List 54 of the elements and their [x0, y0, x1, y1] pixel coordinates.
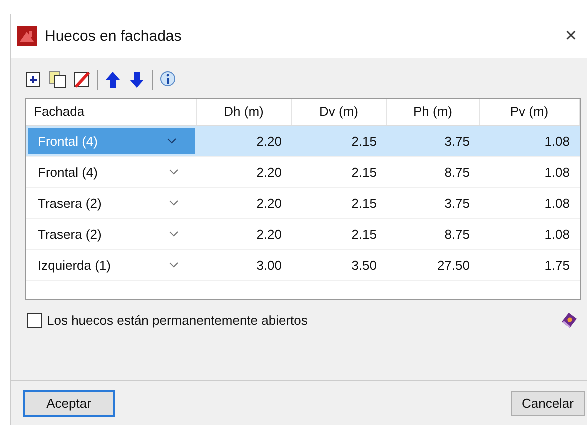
- table-row[interactable]: Trasera (2) 2.20 2.15 8.75 1.08: [26, 219, 580, 250]
- table-cell-text: 2.15: [350, 134, 378, 148]
- column-header[interactable]: Pv (m): [480, 99, 580, 125]
- table-cell-text: 1.75: [544, 258, 571, 272]
- table-cell-text: 3.50: [350, 258, 378, 272]
- table-cell-text: 1.08: [544, 164, 571, 180]
- table-cell-text: 2.20: [256, 226, 283, 242]
- checkbox-label: Los huecos están permanentemente abiertos: [47, 312, 308, 328]
- dropdown-icon[interactable]: [169, 169, 179, 175]
- help-book-icon[interactable]: [559, 310, 579, 330]
- table-cell-text: 2.20: [256, 164, 283, 180]
- window-title: Huecos en fachadas: [45, 28, 183, 44]
- table-cell-text: 3.75: [444, 134, 471, 148]
- dropdown-icon[interactable]: [169, 262, 179, 268]
- table-cell-text: 8.75: [444, 226, 471, 242]
- table-row[interactable]: Frontal (4) 2.20 2.15 3.75 1.08: [26, 126, 580, 157]
- delete-icon[interactable]: [73, 71, 91, 89]
- dropdown-icon[interactable]: [169, 200, 179, 206]
- table-cell-text: 1.08: [544, 134, 571, 148]
- table-cell-text: 2.15: [350, 164, 378, 180]
- facade-value: Trasera (2): [38, 196, 103, 210]
- table-cell-text: 1.08: [544, 196, 571, 210]
- column-header[interactable]: Dv (m): [292, 99, 387, 125]
- table-cell-text: 2.20: [256, 196, 283, 210]
- table-cell-text: 2.20: [256, 134, 283, 148]
- facade-value: Trasera (2): [38, 226, 103, 242]
- arrow-down-icon[interactable]: [128, 71, 146, 89]
- add-row-icon[interactable]: [25, 71, 43, 89]
- column-header[interactable]: Dh (m): [197, 99, 292, 125]
- dialog-button[interactable]: Aceptar: [23, 390, 115, 416]
- table-cell-text: 27.50: [436, 258, 471, 272]
- app-icon: [17, 26, 37, 46]
- dropdown-icon[interactable]: [169, 231, 179, 237]
- table-cell-text: 1.08: [544, 226, 571, 242]
- facade-value: Izquierda (1): [38, 258, 112, 272]
- dialog-button[interactable]: Cancelar: [510, 390, 585, 416]
- info-icon[interactable]: [159, 71, 177, 89]
- table-cell-text: 2.15: [350, 196, 378, 210]
- table-row[interactable]: Izquierda (1) 3.00 3.50 27.50 1.75: [26, 250, 580, 281]
- arrow-up-icon[interactable]: [104, 71, 122, 89]
- table-cell-text: 8.75: [444, 164, 471, 180]
- table-cell-text: 2.15: [350, 226, 378, 242]
- table-cell-text: 3.00: [256, 258, 283, 272]
- copy-icon[interactable]: [49, 71, 67, 89]
- table-row[interactable]: Frontal (4) 2.20 2.15 8.75 1.08: [26, 157, 580, 188]
- table-row[interactable]: Trasera (2) 2.20 2.15 3.75 1.08: [26, 188, 580, 219]
- facade-value: Frontal (4): [38, 134, 99, 148]
- column-header[interactable]: Ph (m): [387, 99, 480, 125]
- dropdown-icon[interactable]: [167, 138, 177, 144]
- close-button[interactable]: ×: [561, 24, 581, 48]
- table-cell-text: 3.75: [444, 196, 471, 210]
- facade-value: Frontal (4): [38, 164, 99, 180]
- column-header[interactable]: Fachada: [26, 99, 197, 125]
- checkbox[interactable]: [27, 312, 42, 328]
